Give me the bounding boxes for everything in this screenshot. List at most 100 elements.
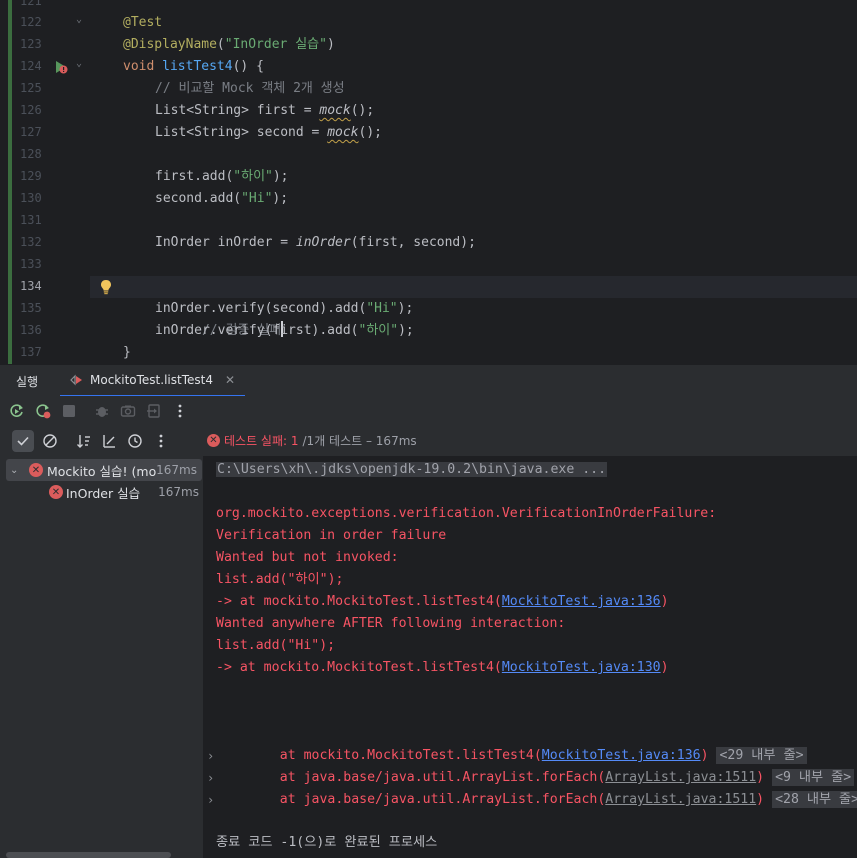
console-line: C:\Users\xh\.jdks\openjdk-19.0.2\bin\jav… bbox=[216, 459, 608, 481]
camera-icon[interactable] bbox=[119, 402, 137, 420]
source-link[interactable]: MockitoTest.java:136 bbox=[502, 594, 661, 609]
debug-bug-icon[interactable] bbox=[93, 402, 111, 420]
line-number: 126 bbox=[20, 103, 42, 117]
run-tab-label: MockitoTest.listTest4 bbox=[90, 373, 213, 387]
test-status-total: /1개 테스트 – 167ms bbox=[302, 434, 417, 448]
stack-prefix: -> at mockito.MockitoTest.listTest4( bbox=[216, 660, 502, 675]
console-line: list.add("Hi"); bbox=[216, 638, 336, 653]
tree-item-test-class[interactable]: ⌄ ✕ Mockito 실습! (mo 167ms bbox=[6, 459, 202, 481]
code-line[interactable]: first.add("하이"); bbox=[90, 166, 857, 188]
comment-token: // 비교할 Mock 객체 2개 생성 bbox=[155, 81, 345, 96]
code-line[interactable]: @DisplayName("InOrder 실습") bbox=[90, 34, 857, 56]
punct-token: ) bbox=[326, 37, 335, 52]
code-line[interactable]: List<String> second = mock(); bbox=[90, 122, 857, 144]
editor-gutter: 121 122 ⌄ 123 124 ⌄ 125 126 127 128 129 1… bbox=[12, 0, 90, 364]
gutter-line: 128 bbox=[12, 144, 90, 166]
gutter-line: 129 bbox=[12, 166, 90, 188]
fold-chevron-icon[interactable]: ⌄ bbox=[76, 58, 82, 69]
rerun-failed-tests-icon[interactable] bbox=[34, 402, 52, 420]
tree-item-time: 167ms bbox=[158, 485, 199, 499]
horizontal-scrollbar[interactable] bbox=[6, 852, 171, 858]
console-output[interactable]: C:\Users\xh\.jdks\openjdk-19.0.2\bin\jav… bbox=[205, 456, 857, 858]
mock-call-token: mock bbox=[327, 125, 359, 140]
code-line[interactable]: inOrder.verify(second).add("Hi"); bbox=[90, 298, 857, 320]
chevron-down-icon[interactable]: ⌄ bbox=[10, 465, 18, 476]
gutter-line: 127 bbox=[12, 122, 90, 144]
console-line: Wanted but not invoked: bbox=[216, 550, 399, 565]
lightbulb-intention-icon[interactable] bbox=[99, 279, 113, 295]
console-line: -> at mockito.MockitoTest.listTest4(Mock… bbox=[216, 657, 669, 679]
fold-chevron-icon[interactable]: ⌄ bbox=[76, 14, 82, 25]
annotation-token: @Test bbox=[123, 15, 163, 30]
tree-item-label: InOrder 실습 bbox=[66, 485, 141, 501]
chevron-right-icon[interactable]: › bbox=[207, 789, 214, 811]
console-command[interactable]: C:\Users\xh\.jdks\openjdk-19.0.2\bin\jav… bbox=[216, 462, 608, 477]
console-line: Wanted anywhere AFTER following interact… bbox=[216, 616, 566, 631]
history-clock-icon[interactable] bbox=[126, 432, 144, 450]
code-line[interactable]: } bbox=[90, 342, 857, 364]
code-line[interactable]: @Test bbox=[90, 12, 857, 34]
source-link[interactable]: MockitoTest.java:130 bbox=[502, 660, 661, 675]
line-number: 130 bbox=[20, 191, 42, 205]
export-icon[interactable] bbox=[145, 402, 163, 420]
sort-alphabetically-icon[interactable] bbox=[75, 432, 93, 450]
show-ignored-toggle-icon[interactable] bbox=[41, 432, 59, 450]
error-circle-icon: ✕ bbox=[207, 434, 220, 447]
code-line[interactable]: List<String> first = mock(); bbox=[90, 100, 857, 122]
stack-prefix: -> at mockito.MockitoTest.listTest4( bbox=[216, 594, 502, 609]
library-source-link[interactable]: ArrayList.java:1511 bbox=[605, 792, 756, 807]
code-token: (first, second); bbox=[350, 235, 476, 250]
rerun-icon[interactable] bbox=[8, 402, 26, 420]
tree-item-test-method[interactable]: ✕ InOrder 실습 167ms bbox=[0, 481, 204, 503]
gutter-line: 132 bbox=[12, 232, 90, 254]
code-line[interactable]: void listTest4() { bbox=[90, 56, 857, 78]
stack-suffix: ) bbox=[756, 792, 765, 807]
more-vertical-icon[interactable] bbox=[171, 402, 189, 420]
code-token: second.add( bbox=[155, 191, 242, 206]
code-line[interactable]: // 비교할 Mock 객체 2개 생성 bbox=[90, 78, 857, 100]
more-vertical-icon[interactable] bbox=[152, 432, 170, 450]
gutter-line: 130 bbox=[12, 188, 90, 210]
string-token: "InOrder 실습" bbox=[224, 37, 327, 52]
line-number: 132 bbox=[20, 235, 42, 249]
tree-item-label: Mockito 실습! (mo bbox=[47, 463, 157, 479]
gutter-line: 126 bbox=[12, 100, 90, 122]
var-token: first bbox=[256, 103, 296, 118]
close-icon[interactable]: ✕ bbox=[225, 373, 235, 387]
code-editor[interactable]: 121 122 ⌄ 123 124 ⌄ 125 126 127 128 129 1… bbox=[0, 0, 857, 364]
code-area[interactable]: @Test @DisplayName("InOrder 실습") void li… bbox=[90, 0, 857, 364]
test-status-failed: 테스트 실패: 1 bbox=[224, 434, 299, 448]
var-token: second bbox=[256, 125, 304, 140]
line-number: 137 bbox=[20, 345, 42, 359]
punct-token: ( bbox=[216, 37, 225, 52]
line-number: 128 bbox=[20, 147, 42, 161]
gutter-line: 136 bbox=[12, 320, 90, 342]
tree-item-time: 167ms bbox=[156, 463, 197, 477]
test-toolbar: ✕ 테스트 실패: 1 /1개 테스트 – 167ms bbox=[0, 426, 857, 456]
run-tool-window-header: 실행 MockitoTest.listTest4 ✕ bbox=[0, 364, 857, 397]
punct-token: ); bbox=[397, 301, 414, 316]
collapse-all-icon[interactable] bbox=[100, 432, 118, 450]
code-line[interactable]: inOrder.verify(first).add("하이"); bbox=[90, 320, 857, 342]
string-token: "Hi" bbox=[241, 191, 273, 206]
line-number: 129 bbox=[20, 169, 42, 183]
console-line: org.mockito.exceptions.verification.Veri… bbox=[216, 506, 717, 521]
code-line[interactable]: InOrder inOrder = inOrder(first, second)… bbox=[90, 232, 857, 254]
mock-call-token: mock bbox=[319, 103, 351, 118]
string-token: "Hi" bbox=[366, 301, 398, 316]
stack-suffix: ) bbox=[660, 660, 669, 675]
line-number: 131 bbox=[20, 213, 42, 227]
gutter-line: 125 bbox=[12, 78, 90, 100]
gutter-line: 137 bbox=[12, 342, 90, 364]
show-passed-toggle-icon[interactable] bbox=[12, 430, 34, 452]
run-tab-mockitotest[interactable]: MockitoTest.listTest4 ✕ bbox=[60, 365, 246, 397]
code-line[interactable]: second.add("Hi"); bbox=[90, 188, 857, 210]
stack-suffix: ) bbox=[660, 594, 669, 609]
code-line-current[interactable]: // 검증 실패 bbox=[90, 276, 857, 338]
test-results-tree[interactable]: ⌄ ✕ Mockito 실습! (mo 167ms ✕ InOrder 실습 1… bbox=[0, 456, 204, 858]
code-token: first.add( bbox=[155, 169, 234, 184]
folded-lines-badge[interactable]: <28 내부 줄> bbox=[772, 791, 857, 808]
line-number-current: 134 bbox=[20, 279, 42, 293]
stop-icon[interactable] bbox=[60, 402, 78, 420]
run-test-failed-icon[interactable] bbox=[54, 60, 68, 74]
